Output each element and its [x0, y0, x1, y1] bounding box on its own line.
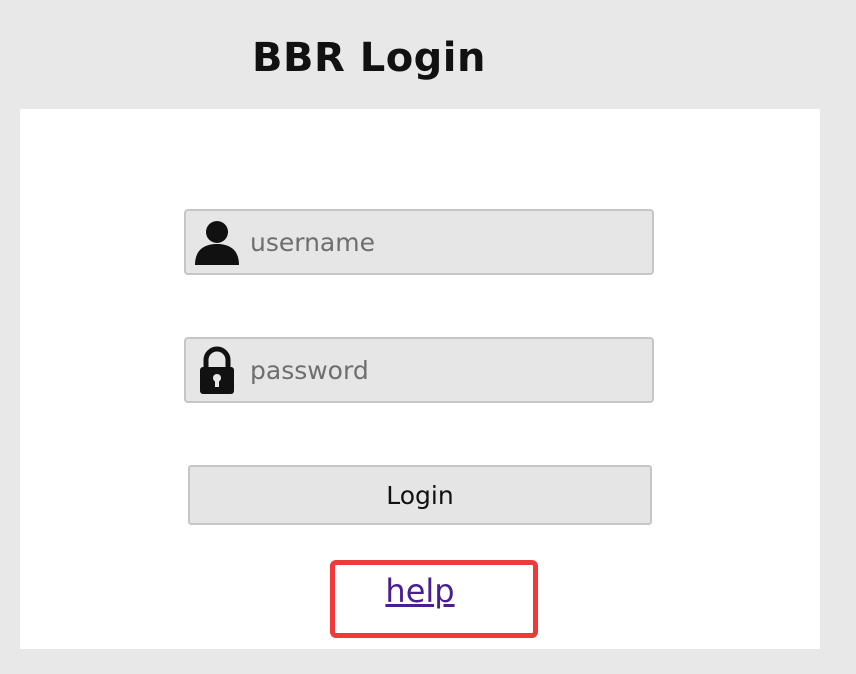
username-field[interactable] [184, 209, 654, 275]
password-input[interactable] [246, 349, 650, 391]
login-button[interactable]: Login [188, 465, 652, 525]
lock-icon [200, 346, 234, 394]
password-field[interactable] [184, 337, 654, 403]
login-panel: Login help [20, 109, 820, 649]
username-input[interactable] [246, 221, 650, 263]
page-title: BBR Login [252, 35, 486, 81]
user-icon [195, 221, 239, 265]
help-link[interactable]: help [20, 571, 820, 611]
